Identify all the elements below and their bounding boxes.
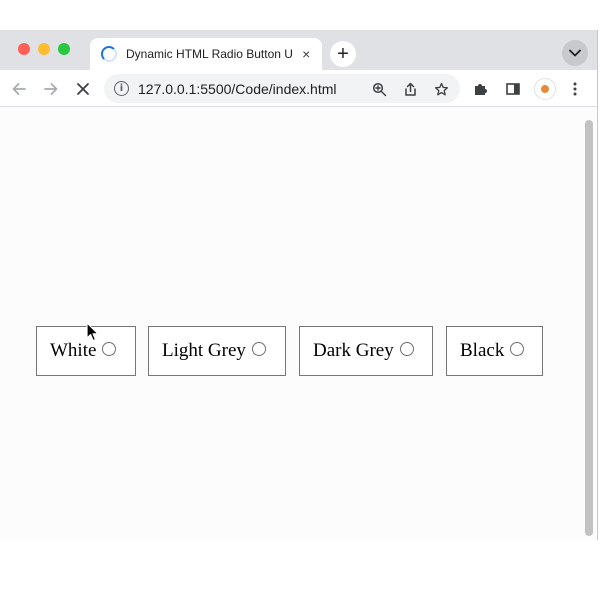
arrow-left-icon [12,83,26,95]
info-icon[interactable]: i [114,81,129,96]
close-icon [77,83,89,95]
browser-tab[interactable]: Dynamic HTML Radio Button U × [90,38,322,70]
radio-button[interactable] [510,342,525,356]
extensions-button[interactable] [470,78,492,100]
new-tab-button[interactable]: + [330,41,356,67]
minimize-window-button[interactable] [38,43,50,55]
radio-option-dark-grey[interactable]: Dark Grey [299,326,433,376]
address-url[interactable]: 127.0.0.1:5500/Code/index.html [138,81,336,97]
radio-label: White [50,340,97,361]
side-panel-icon [506,83,520,95]
address-bar[interactable]: i 127.0.0.1:5500/Code/index.html [104,74,460,103]
radio-label: Light Grey [162,340,246,361]
kebab-menu-icon [573,82,577,96]
tab-search-button[interactable] [562,40,588,66]
radio-label: Dark Grey [313,340,394,361]
vertical-scrollbar[interactable] [582,108,597,538]
back-button[interactable] [8,78,30,100]
radio-option-black[interactable]: Black [446,326,543,376]
scrollbar-thumb[interactable] [585,120,593,536]
forward-button[interactable] [40,78,62,100]
chevron-down-icon [569,49,581,57]
share-icon[interactable] [401,80,419,98]
radio-option-light-grey[interactable]: Light Grey [148,326,286,376]
stop-loading-button[interactable] [72,78,94,100]
zoom-icon[interactable] [370,80,388,98]
zoom-window-button[interactable] [58,43,70,55]
avatar-icon [541,85,549,93]
tab-title: Dynamic HTML Radio Button U [126,47,293,61]
side-panel-button[interactable] [502,78,524,100]
arrow-right-icon [44,83,58,95]
radio-button[interactable] [399,342,414,356]
close-window-button[interactable] [18,43,30,55]
browser-menu-button[interactable] [564,78,586,100]
profile-avatar[interactable] [534,78,556,100]
radio-label: Black [460,340,505,361]
loading-spinner-icon [101,46,117,62]
bookmark-star-icon[interactable] [432,80,450,98]
browser-window: Dynamic HTML Radio Button U × + i 127.0.… [0,30,598,540]
puzzle-icon [475,84,487,95]
mouse-cursor-icon [86,322,99,342]
radio-button[interactable] [251,342,266,356]
tab-close-button[interactable]: × [299,46,315,62]
browser-toolbar: i 127.0.0.1:5500/Code/index.html [0,70,597,107]
tab-strip: Dynamic HTML Radio Button U × + [0,30,597,70]
radio-button[interactable] [102,342,117,356]
